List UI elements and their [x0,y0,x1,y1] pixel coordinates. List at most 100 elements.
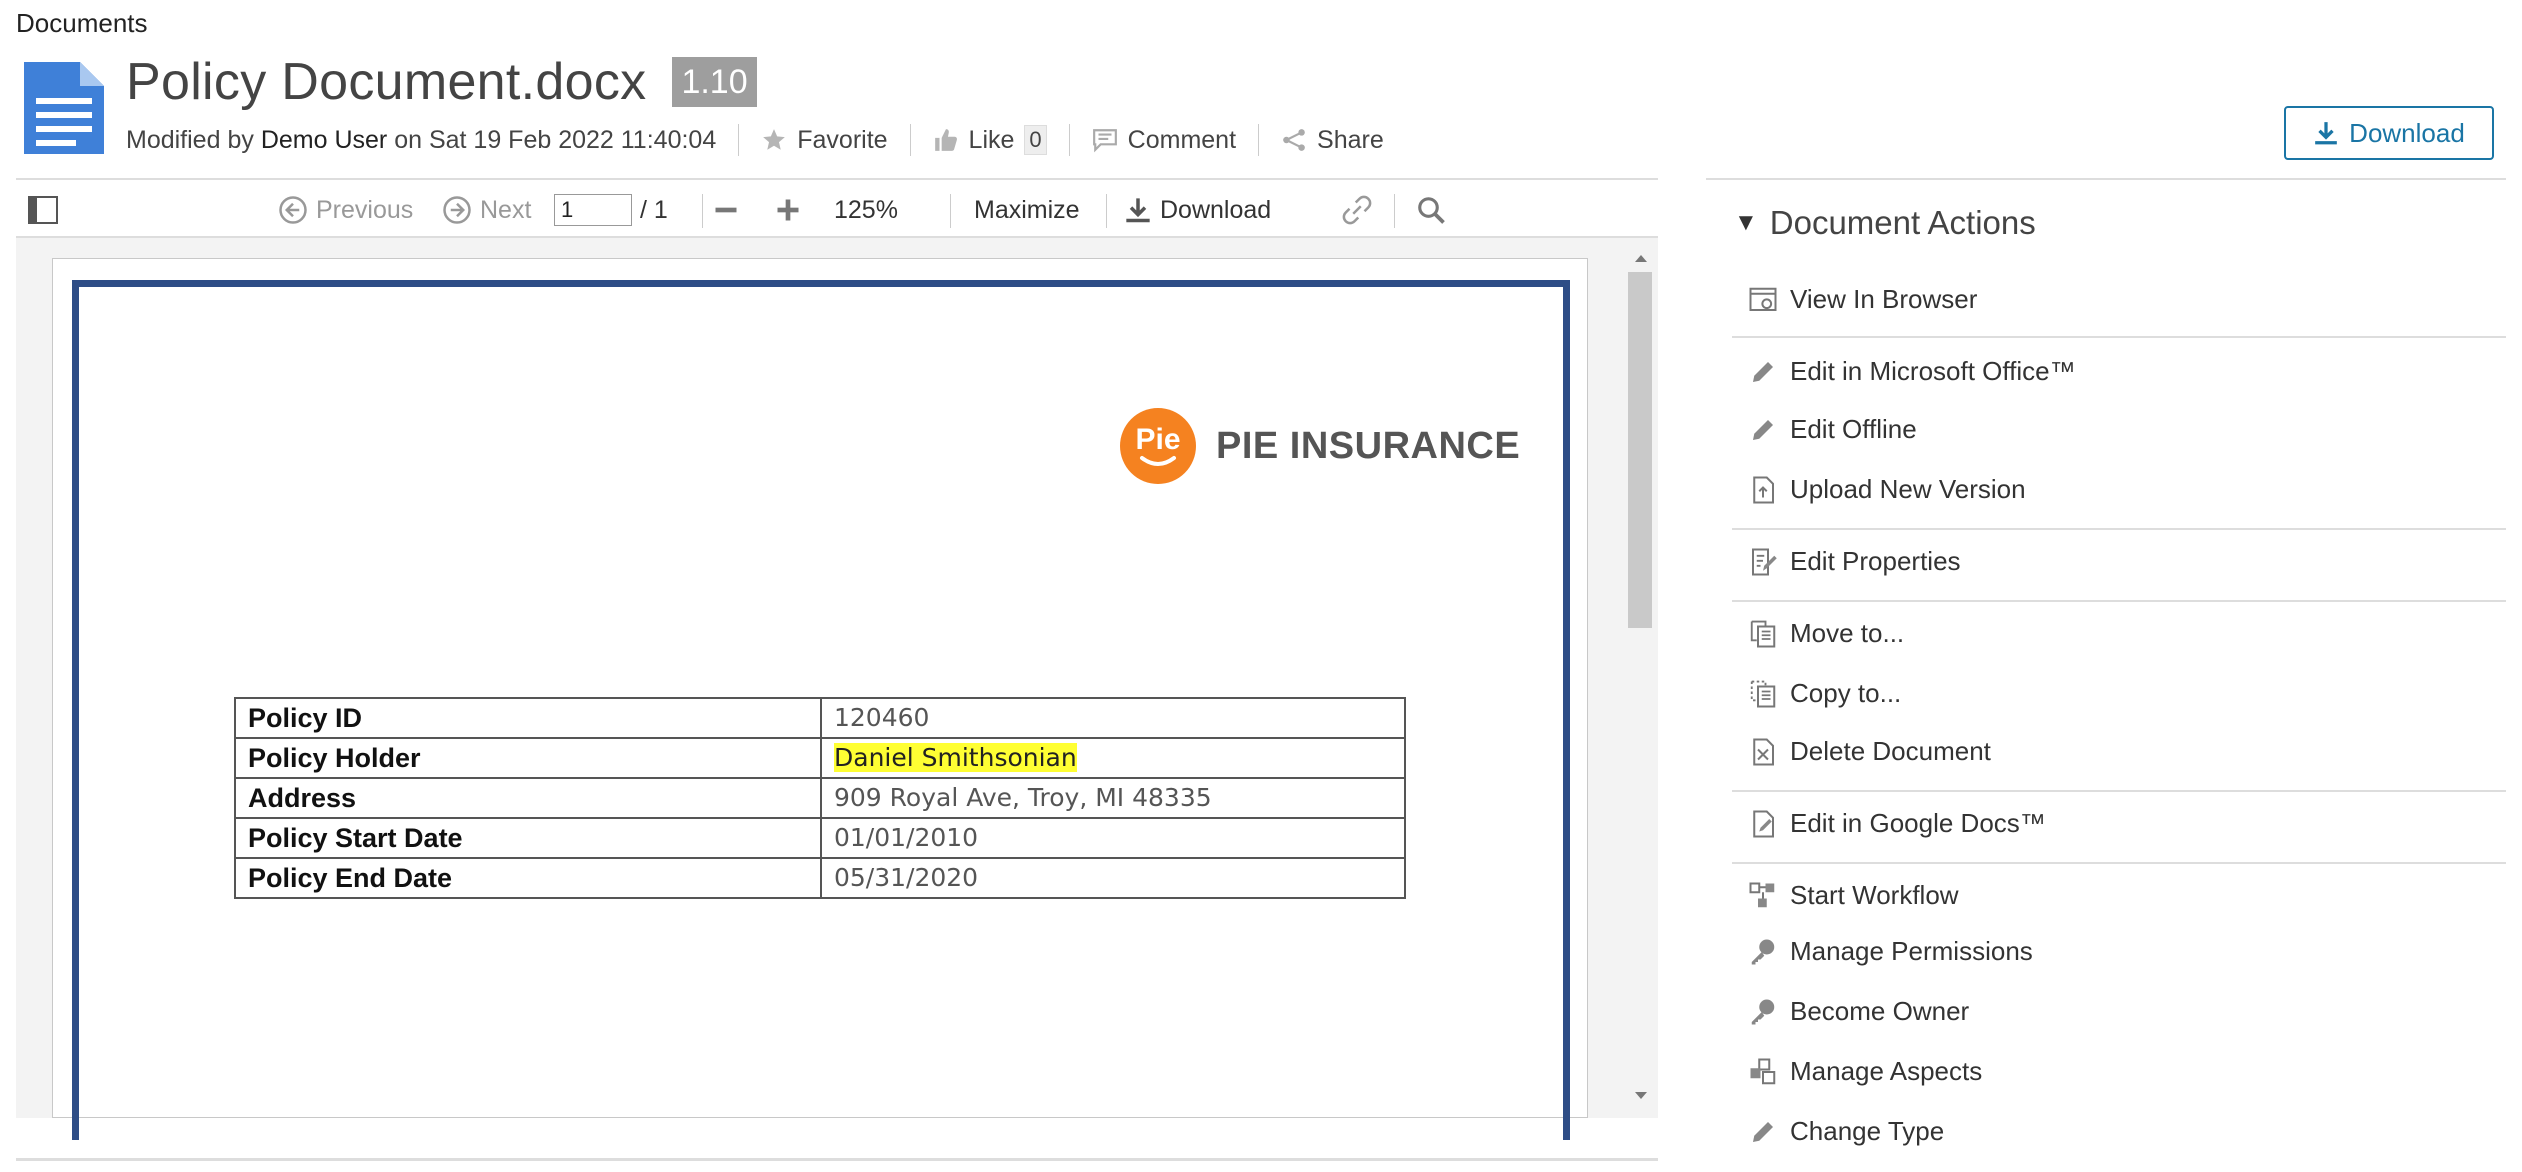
thumbs-up-icon [934,129,957,151]
divider [1732,600,2506,602]
scroll-up-icon[interactable] [1624,246,1658,270]
workflow-icon [1749,882,1775,907]
logo-text: PIE INSURANCE [1216,424,1521,467]
action-label: Edit Offline [1790,414,1917,444]
maximize-label: Maximize [974,195,1080,224]
table-row: Policy Start Date 01/01/2010 [234,817,1406,859]
google-docs-icon [1753,810,1774,837]
sidebar-toggle-button[interactable] [28,190,58,230]
previous-label: Previous [316,195,414,224]
policy-holder-cell: Daniel Smithsonian [820,737,1406,779]
divider [950,194,951,228]
scroll-down-icon[interactable] [1624,1084,1658,1108]
policy-holder-label: Policy Holder [234,737,822,779]
divider [1732,336,2506,338]
zoom-level-select[interactable]: 125% [834,190,898,230]
link-button[interactable] [1342,190,1372,230]
favorite-button[interactable]: Favorite [761,125,888,155]
action-edit-in-google-docs[interactable]: Edit in Google Docs™ [1748,808,2046,839]
plus-icon [777,199,799,221]
divider [1732,790,2506,792]
zoom-out-button[interactable] [712,190,740,230]
title-row: Policy Document.docx 1.10 [126,52,757,112]
action-view-in-browser[interactable]: View In Browser [1748,284,1977,315]
share-icon [1283,129,1305,151]
comment-icon [1092,129,1117,153]
scrollbar-thumb[interactable] [1628,272,1652,628]
action-delete-document[interactable]: Delete Document [1748,736,1991,767]
action-start-workflow[interactable]: Start Workflow [1748,880,1959,911]
action-manage-aspects[interactable]: Manage Aspects [1748,1056,1982,1087]
action-copy-to[interactable]: Copy to... [1748,678,1901,709]
action-label: Edit Properties [1790,546,1961,576]
page-navigator: / 1 [554,190,668,230]
table-row: Policy End Date 05/31/2020 [234,857,1406,899]
viewer-download-label: Download [1160,195,1272,224]
divider [1732,528,2506,530]
next-label: Next [480,195,532,224]
maximize-button[interactable]: Maximize [974,190,1080,230]
zoom-level: 125% [834,195,898,224]
table-row: Address 909 Royal Ave, Troy, MI 48335 [234,777,1406,819]
pencil-icon [1753,361,1773,382]
zoom-in-button[interactable] [774,190,802,230]
action-edit-in-microsoft-office[interactable]: Edit in Microsoft Office™ [1748,356,2076,387]
share-button[interactable]: Share [1281,126,1384,155]
action-label: View In Browser [1790,284,1978,314]
address-label: Address [234,777,822,819]
viewer-download-button[interactable]: Download [1124,190,1271,230]
action-change-type[interactable]: Change Type [1748,1116,1944,1147]
action-manage-permissions[interactable]: Manage Permissions [1748,936,2033,967]
action-label: Move to... [1790,618,1905,648]
star-icon [763,129,786,150]
action-edit-properties[interactable]: Edit Properties [1748,546,1961,577]
divider [738,124,740,156]
action-move-to[interactable]: Move to... [1748,618,1904,649]
action-become-owner[interactable]: Become Owner [1748,996,1969,1027]
modified-date: Sat 19 Feb 2022 11:40:04 [428,125,717,154]
comment-label: Comment [1127,125,1237,154]
page-number-input[interactable] [554,194,632,226]
move-icon [1750,620,1776,647]
address-value: 909 Royal Ave, Troy, MI 48335 [820,777,1406,819]
action-label: Manage Permissions [1790,936,2033,966]
start-date-label: Policy Start Date [234,817,822,859]
logo-mark-text: Pie [1135,423,1180,456]
action-edit-offline[interactable]: Edit Offline [1748,414,1917,445]
divider [702,194,703,228]
document-actions-header[interactable]: ▼ Document Actions [1734,204,2036,242]
meta-prefix: Modified by [126,125,254,154]
divider [1732,862,2506,864]
collapse-triangle-icon: ▼ [1734,209,1758,236]
divider [1106,194,1107,228]
modifier-link[interactable]: Demo User [261,126,387,155]
like-button[interactable]: Like 0 [933,125,1047,155]
like-count: 0 [1024,125,1047,155]
table-row: Policy Holder Daniel Smithsonian [234,737,1406,779]
delete-icon [1753,738,1774,765]
word-document-icon [24,62,104,154]
comment-button[interactable]: Comment [1092,126,1236,155]
next-page-button[interactable]: Next [442,190,531,230]
document-actions-title: Document Actions [1769,204,2036,241]
pencil-icon [1753,419,1773,440]
breadcrumb[interactable]: Documents [16,8,148,39]
action-upload-new-version[interactable]: Upload New Version [1748,474,2026,505]
download-button[interactable]: Download [2284,106,2494,160]
document-title: Policy Document.docx [126,53,647,111]
previous-page-button[interactable]: Previous [278,190,413,230]
action-label: Edit in Google Docs™ [1790,808,2046,838]
key-icon [1751,939,1775,964]
policy-id-label: Policy ID [234,697,822,739]
divider [1394,194,1395,228]
action-label: Copy to... [1790,678,1902,708]
search-button[interactable] [1416,190,1446,230]
arrow-left-circle-icon [279,196,307,224]
favorite-label: Favorite [797,125,888,154]
page-total: / 1 [640,195,668,224]
aspects-icon [1750,1058,1776,1084]
policy-table: Policy ID 120460 Policy Holder Daniel Sm… [234,697,1406,899]
meta-on: on [394,125,422,154]
download-icon [2315,122,2338,145]
policy-holder-value: Daniel Smithsonian [834,743,1077,772]
